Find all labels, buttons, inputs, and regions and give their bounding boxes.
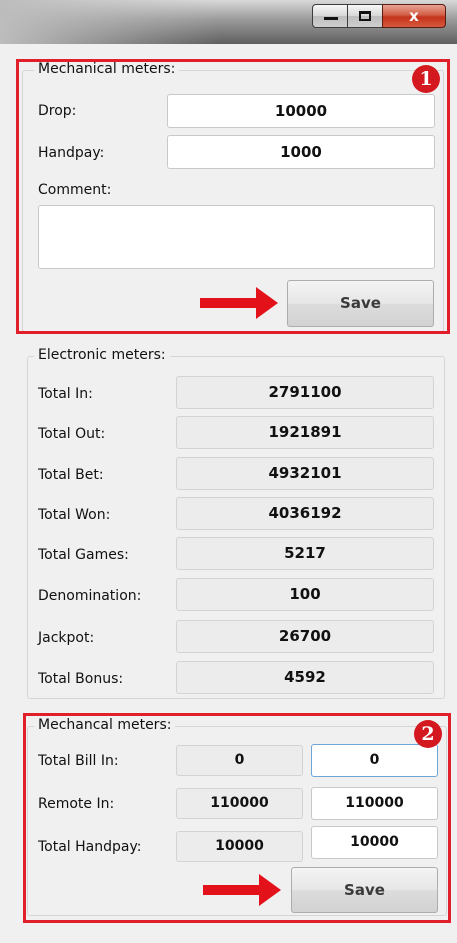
denomination-label: Denomination: [38, 588, 142, 604]
close-button[interactable]: x [382, 4, 446, 28]
total-out-label: Total Out: [38, 426, 106, 442]
denomination-value: 100 [176, 578, 434, 611]
total-games-label: Total Games: [38, 547, 129, 563]
total-bonus-label: Total Bonus: [38, 671, 124, 687]
badge-1: 1 [412, 65, 440, 93]
total-in-label: Total In: [38, 386, 93, 402]
total-bet-label: Total Bet: [38, 467, 104, 483]
total-in-value: 2791100 [176, 376, 434, 409]
minimize-button[interactable] [312, 4, 348, 28]
total-bonus-value: 4592 [176, 661, 434, 694]
highlight-box-2 [23, 713, 451, 923]
badge-2: 2 [414, 720, 442, 748]
maximize-icon [359, 11, 371, 21]
jackpot-label: Jackpot: [38, 630, 95, 646]
total-bet-value: 4932101 [176, 457, 434, 490]
total-won-value: 4036192 [176, 497, 434, 530]
close-icon: x [409, 7, 419, 25]
highlight-box-1 [16, 59, 450, 334]
electronic-meters-legend: Electronic meters: [34, 347, 170, 363]
jackpot-value: 26700 [176, 620, 434, 653]
total-games-value: 5217 [176, 537, 434, 570]
minimize-icon [324, 17, 338, 20]
maximize-button[interactable] [347, 4, 383, 28]
total-won-label: Total Won: [38, 507, 111, 523]
total-out-value: 1921891 [176, 416, 434, 449]
